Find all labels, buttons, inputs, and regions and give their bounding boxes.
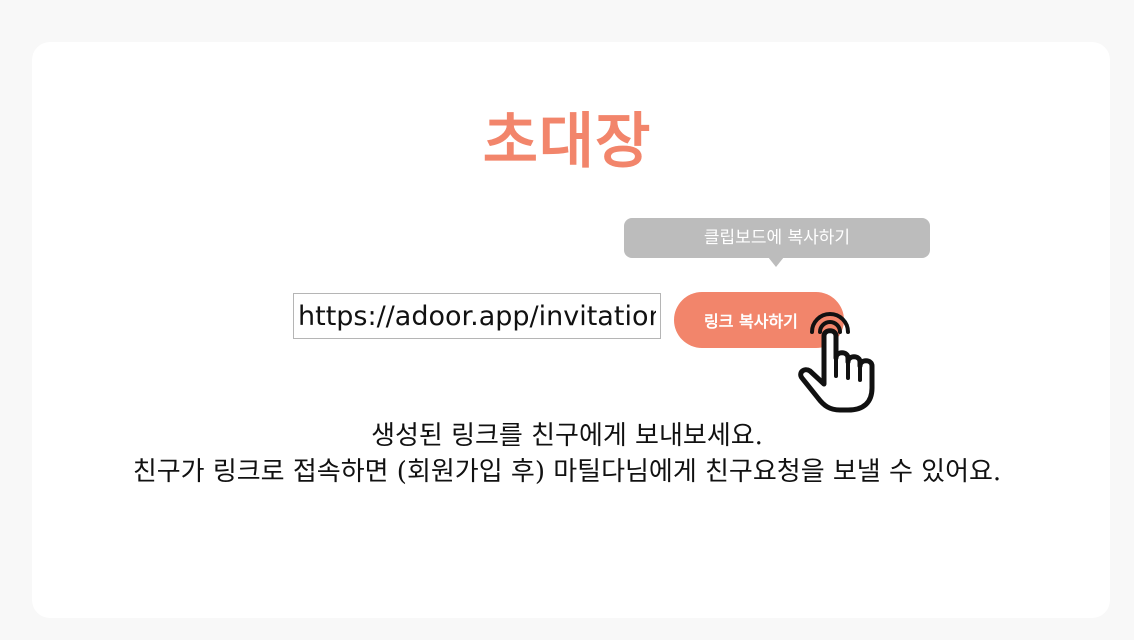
tooltip-arrow <box>768 257 784 267</box>
invite-link-input[interactable] <box>293 293 661 339</box>
pointing-hand-icon <box>798 312 875 413</box>
instructions-line-1: 생성된 링크를 친구에게 보내보세요. <box>371 421 763 451</box>
copy-tooltip: 클립보드에 복사하기 <box>624 218 930 258</box>
instructions-line-2: 친구가 링크로 접속하면 (회원가입 후) 마틸다님에게 친구요청을 보낼 수 … <box>132 457 1002 487</box>
page-title: 초대장 <box>482 107 652 177</box>
instructions: 생성된 링크를 친구에게 보내보세요. 친구가 링크로 접속하면 (회원가입 후… <box>0 418 1134 490</box>
